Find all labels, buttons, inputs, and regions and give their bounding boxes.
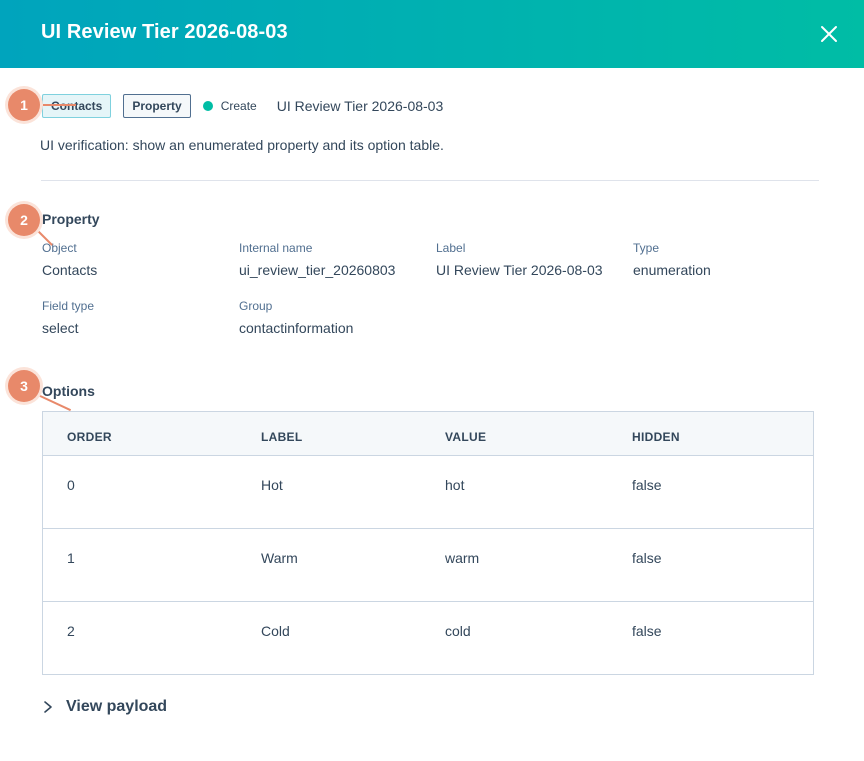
modal-dialog: UI Review Tier 2026-08-03 Contacts Prope… (0, 0, 864, 761)
table-row: 2 Cold cold false (43, 602, 813, 675)
tag-row: Contacts Property Create UI Review Tier … (42, 94, 443, 118)
cell-order: 1 (67, 550, 75, 566)
internal-name-value: ui_review_tier_20260803 (239, 262, 396, 278)
chevron-right-icon (44, 701, 52, 713)
type-label: Type (633, 241, 660, 255)
modal-title: UI Review Tier 2026-08-03 (41, 21, 288, 43)
cell-label: Hot (261, 477, 283, 493)
group-label: Group (239, 299, 273, 313)
options-table: ORDER LABEL VALUE HIDDEN 0 Hot hot false… (42, 411, 814, 675)
description: UI verification: show an enumerated prop… (40, 137, 444, 153)
type-value: enumeration (633, 262, 711, 278)
internal-name-label: Internal name (239, 241, 313, 255)
callout-connector (40, 104, 76, 106)
column-header-hidden: HIDDEN (632, 430, 680, 444)
property-name: UI Review Tier 2026-08-03 (276, 98, 444, 114)
cell-label: Warm (261, 550, 298, 566)
modal-header: UI Review Tier 2026-08-03 (0, 0, 864, 68)
field-type-value: select (42, 320, 79, 336)
table-row: 0 Hot hot false (43, 456, 813, 529)
column-header-label: LABEL (261, 430, 303, 444)
object-value: Contacts (42, 262, 98, 278)
cell-value: warm (445, 550, 480, 566)
cell-value: cold (445, 623, 471, 639)
table-row: 1 Warm warm false (43, 529, 813, 602)
property-section-title: Property (42, 211, 100, 227)
cell-hidden: false (632, 550, 662, 566)
cell-order: 0 (67, 477, 75, 493)
status-text: Create (220, 99, 257, 113)
status-dot (202, 101, 213, 111)
cell-value: hot (445, 477, 465, 493)
object-label: Object (42, 241, 77, 255)
label-value: UI Review Tier 2026-08-03 (436, 262, 603, 278)
callout-badge-1: 1 (8, 89, 40, 121)
group-value: contactinformation (239, 320, 354, 336)
object-tag: Contacts (42, 94, 112, 118)
view-payload-toggle[interactable]: View payload (42, 698, 167, 716)
field-type-label: Field type (42, 299, 95, 313)
cell-hidden: false (632, 623, 662, 639)
close-icon (821, 26, 837, 42)
divider (41, 180, 819, 181)
column-header-order: ORDER (67, 430, 112, 444)
callout-badge-3: 3 (8, 370, 40, 402)
type-tag: Property (123, 94, 191, 118)
close-button[interactable] (812, 17, 846, 51)
cell-label: Cold (261, 623, 290, 639)
options-section-title: Options (42, 383, 95, 399)
column-header-value: VALUE (445, 430, 487, 444)
view-payload-label: View payload (66, 698, 168, 715)
cell-hidden: false (632, 477, 662, 493)
table-header: ORDER LABEL VALUE HIDDEN (43, 412, 813, 456)
cell-order: 2 (67, 623, 75, 639)
callout-badge-2: 2 (8, 204, 40, 236)
label-label: Label (436, 241, 466, 255)
